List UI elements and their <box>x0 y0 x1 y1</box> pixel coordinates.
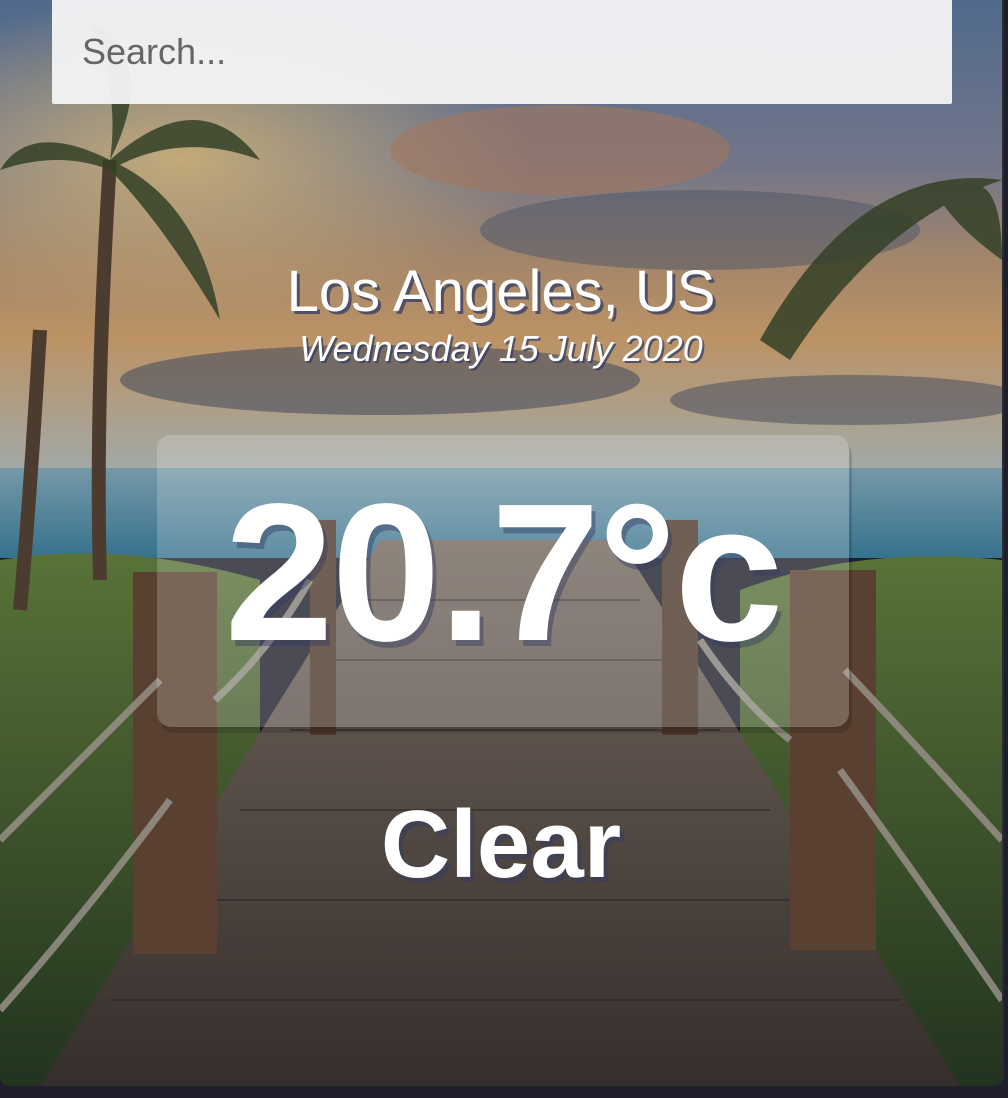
search-input[interactable] <box>52 0 952 104</box>
temperature-box: 20.7°c <box>157 435 849 727</box>
current-date: Wednesday 15 July 2020 <box>299 328 703 369</box>
weather-condition: Clear <box>380 791 622 898</box>
location-title: Los Angeles, US <box>286 259 716 324</box>
search-box <box>52 0 952 104</box>
temperature-value: 20.7°c <box>224 463 784 682</box>
weather-app: Los Angeles, US Wednesday 15 July 2020 2… <box>0 0 1004 1086</box>
